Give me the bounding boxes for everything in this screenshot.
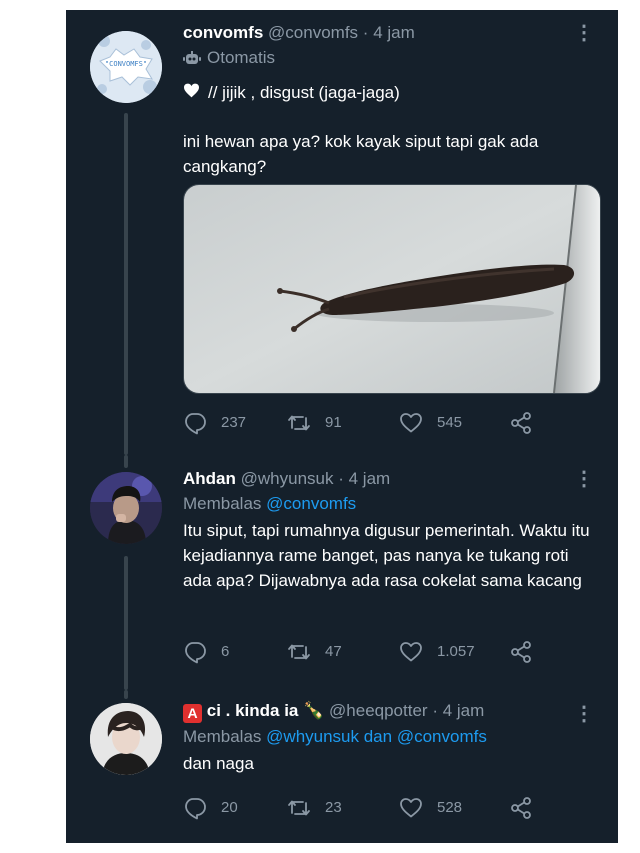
separator-dot: · [432, 701, 438, 720]
tweet-content: convomfs @convomfs · 4 jam Otomatis // j… [183, 22, 594, 179]
avatar-heeqpotter[interactable] [90, 703, 162, 775]
tweet-text: dan naga [183, 754, 254, 773]
like-count: 545 [437, 414, 463, 431]
thread-line [124, 556, 128, 690]
replying-to: Membalas @whyunsuk dan @convomfs [183, 725, 594, 749]
tweet-actions: 20 23 528 [183, 794, 603, 822]
thread-line [124, 690, 128, 699]
share-button[interactable] [509, 638, 547, 666]
more-options-button[interactable]: ⋮ [574, 703, 594, 725]
retweet-button[interactable]: 91 [287, 409, 342, 437]
display-name[interactable]: ci . kinda ia [207, 701, 299, 720]
display-name[interactable]: convomfs [183, 23, 263, 42]
avatar-label: "CONVOMFS" [104, 60, 148, 68]
separator-dot: · [362, 23, 369, 42]
retweet-count: 47 [325, 643, 342, 660]
tweet-image[interactable] [183, 184, 601, 394]
timestamp[interactable]: 4 jam [373, 23, 415, 42]
like-icon [400, 642, 422, 662]
reply-icon [185, 413, 206, 435]
replying-to: Membalas @convomfs [183, 492, 594, 516]
automated-label[interactable]: Otomatis [183, 46, 594, 70]
retweet-count: 91 [325, 414, 342, 431]
like-count: 1.057 [437, 643, 475, 660]
avatar-convomfs[interactable]: "CONVOMFS" [90, 31, 162, 103]
reply-count: 20 [221, 799, 238, 816]
reply-icon [185, 642, 206, 664]
tweet-header: A ci . kinda ia 🍾 @heeqpotter · 4 jam [183, 700, 594, 723]
replying-to-label: Membalas [183, 727, 262, 746]
reply-count: 6 [221, 643, 230, 660]
tweet-actions: 6 47 1.057 [183, 638, 603, 666]
tweet-ahdan[interactable]: Ahdan @whyunsuk · 4 jam Membalas @convom… [66, 455, 618, 690]
automated-text: Otomatis [207, 48, 276, 67]
share-button[interactable] [509, 409, 547, 437]
tweet-actions: 237 91 545 [183, 409, 603, 437]
retweet-icon [288, 415, 310, 431]
share-button[interactable] [509, 794, 547, 822]
reply-button[interactable]: 20 [183, 794, 238, 822]
thread-line [124, 455, 128, 468]
name-badge: A [183, 704, 202, 723]
thread-line [124, 113, 128, 455]
mention-link[interactable]: @whyunsuk dan @convomfs [266, 727, 487, 746]
avatar-image [90, 472, 162, 544]
user-handle[interactable]: @heeqpotter [329, 701, 428, 720]
twitter-thread-screen: "CONVOMFS" convomfs @convomfs · 4 jam Ot… [66, 10, 618, 843]
retweet-button[interactable]: 23 [287, 794, 342, 822]
replying-to-label: Membalas [183, 494, 262, 513]
white-heart-icon [184, 83, 199, 98]
tweet-content: Ahdan @whyunsuk · 4 jam Membalas @convom… [183, 468, 594, 593]
slug-photo [184, 185, 600, 393]
tweet-line-1: // jijik , disgust (jaga-jaga) [183, 80, 594, 105]
retweet-button[interactable]: 47 [287, 638, 342, 666]
retweet-count: 23 [325, 799, 342, 816]
tweet-heeqpotter[interactable]: A ci . kinda ia 🍾 @heeqpotter · 4 jam Me… [66, 690, 618, 843]
retweet-icon [288, 800, 310, 816]
more-options-button[interactable]: ⋮ [574, 468, 594, 490]
tweet-convomfs[interactable]: "CONVOMFS" convomfs @convomfs · 4 jam Ot… [66, 10, 618, 455]
share-icon [511, 412, 531, 434]
separator-dot: · [338, 469, 344, 488]
tweet-header: convomfs @convomfs · 4 jam [183, 22, 594, 44]
mention-link[interactable]: @convomfs [266, 494, 356, 513]
reply-count: 237 [221, 414, 247, 431]
more-options-button[interactable]: ⋮ [574, 22, 594, 44]
tweet-header: Ahdan @whyunsuk · 4 jam [183, 468, 594, 490]
share-icon [511, 797, 531, 819]
reply-icon [185, 798, 206, 820]
avatar-image [90, 703, 162, 775]
avatar-ahdan[interactable] [90, 472, 162, 544]
reply-button[interactable]: 237 [183, 409, 246, 437]
share-icon [511, 641, 531, 663]
name-emoji: 🍾 [303, 701, 325, 720]
timestamp[interactable]: 4 jam [349, 469, 391, 488]
tweet-text: Itu siput, tapi rumahnya digusur pemerin… [183, 521, 590, 590]
like-button[interactable]: 528 [399, 794, 462, 822]
like-icon [400, 798, 422, 818]
bot-icon [183, 51, 201, 64]
user-handle[interactable]: @convomfs [268, 23, 358, 42]
tweet-content: A ci . kinda ia 🍾 @heeqpotter · 4 jam Me… [183, 700, 594, 776]
like-icon [400, 413, 422, 433]
display-name[interactable]: Ahdan [183, 469, 236, 488]
timestamp[interactable]: 4 jam [443, 701, 485, 720]
like-button[interactable]: 545 [399, 409, 462, 437]
like-count: 528 [437, 799, 463, 816]
user-handle[interactable]: @whyunsuk [241, 469, 334, 488]
reply-button[interactable]: 6 [183, 638, 229, 666]
retweet-icon [288, 644, 310, 660]
tweet-text: ini hewan apa ya? kok kayak siput tapi g… [183, 132, 539, 176]
tweet-line-1-text: // jijik , disgust (jaga-jaga) [208, 83, 400, 102]
like-button[interactable]: 1.057 [399, 638, 475, 666]
